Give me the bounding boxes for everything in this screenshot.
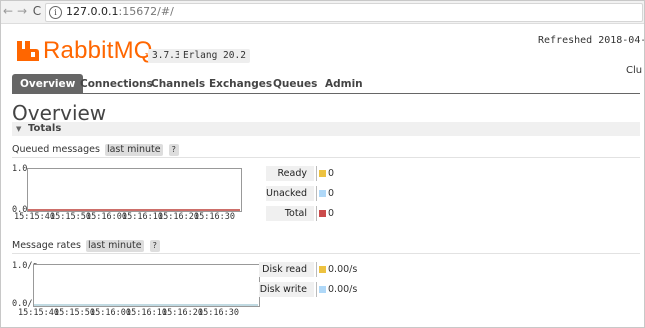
legend-label: Ready bbox=[266, 166, 314, 181]
legend-value: 0.00/s bbox=[328, 264, 358, 275]
x-tick-label: 15:15:50 bbox=[50, 212, 91, 222]
x-tick-label: 15:15:40 bbox=[14, 212, 55, 222]
legend-row-ready: Ready 0 bbox=[259, 166, 379, 182]
queued-plot-area bbox=[27, 168, 242, 212]
legend-separator bbox=[316, 166, 317, 181]
refreshed-timestamp[interactable]: Refreshed 2018-04-09 15:16 bbox=[538, 35, 644, 46]
x-tick-label: 15:16:30 bbox=[198, 308, 239, 318]
forward-icon[interactable]: → bbox=[15, 4, 29, 18]
x-tick-label: 15:16:20 bbox=[162, 308, 203, 318]
tab-connections[interactable]: Connections bbox=[80, 74, 153, 94]
collapse-triangle-icon: ▼ bbox=[16, 125, 22, 133]
x-tick-label: 15:16:10 bbox=[126, 308, 167, 318]
legend-row-unacked: Unacked 0 bbox=[259, 186, 379, 202]
browser-window: ← → C i 127.0.0.1:15672/#/ RabbitMQ TM 3… bbox=[0, 0, 645, 328]
message-rates-label: Message rates bbox=[12, 240, 81, 251]
totals-section-label: Totals bbox=[28, 123, 62, 134]
legend-separator bbox=[316, 206, 317, 221]
queued-range-selector[interactable]: last minute bbox=[104, 144, 163, 156]
tab-queues[interactable]: Queues bbox=[273, 74, 317, 94]
x-tick-label: 15:16:00 bbox=[90, 308, 131, 318]
queued-x-axis: 15:15:40 15:15:50 15:16:00 15:16:10 15:1… bbox=[14, 212, 254, 223]
legend-label: Total bbox=[266, 206, 314, 221]
legend-label: Disk read bbox=[259, 262, 314, 277]
x-tick-label: 15:16:10 bbox=[122, 212, 163, 222]
queued-messages-heading: Queued messages last minute ? bbox=[12, 144, 179, 156]
message-rates-chart: 1.0/s 0.0/s 15:15:40 15:15:50 15:16:00 1… bbox=[12, 259, 260, 319]
y-axis-max-label: 1.0 bbox=[12, 164, 28, 174]
rates-divider bbox=[12, 253, 640, 254]
address-bar[interactable]: i 127.0.0.1:15672/#/ bbox=[45, 3, 643, 22]
legend-separator bbox=[316, 186, 317, 201]
legend-swatch bbox=[319, 170, 326, 177]
legend-label: Disk write bbox=[259, 282, 314, 297]
tab-overview[interactable]: Overview bbox=[12, 74, 84, 94]
legend-swatch bbox=[319, 190, 326, 197]
legend-value: 0 bbox=[328, 168, 335, 179]
legend-row-total: Total 0 bbox=[259, 206, 379, 222]
legend-label: Unacked bbox=[266, 186, 314, 201]
x-tick-label: 15:16:20 bbox=[158, 212, 199, 222]
queued-plot-svg bbox=[28, 209, 240, 211]
legend-swatch bbox=[319, 286, 326, 293]
tab-channels[interactable]: Channels bbox=[151, 74, 205, 94]
legend-value: 0 bbox=[328, 208, 335, 219]
legend-separator bbox=[316, 262, 317, 277]
queued-help-button[interactable]: ? bbox=[168, 144, 179, 156]
legend-swatch bbox=[319, 266, 326, 273]
totals-section-header[interactable]: ▼ Totals bbox=[12, 122, 640, 136]
tab-admin[interactable]: Admin bbox=[325, 74, 363, 94]
legend-separator bbox=[316, 282, 317, 297]
rates-legend: Disk read 0.00/s Disk write 0.00/s bbox=[259, 262, 399, 298]
queued-divider bbox=[12, 157, 640, 158]
queued-messages-chart: 1.0 0.0 15:15:40 15:15:50 15:16:00 15:16… bbox=[12, 164, 252, 224]
main-tabs: Overview Connections Channels Exchanges … bbox=[12, 74, 640, 94]
url-text[interactable]: 127.0.0.1:15672/#/ bbox=[66, 5, 174, 18]
queued-legend: Ready 0 Unacked 0 Total 0 bbox=[259, 166, 379, 222]
info-icon[interactable]: i bbox=[49, 6, 62, 19]
tabs-divider bbox=[12, 93, 640, 94]
x-tick-label: 15:15:40 bbox=[18, 308, 59, 318]
rates-plot-svg bbox=[34, 304, 258, 306]
message-rates-heading: Message rates last minute ? bbox=[12, 240, 160, 252]
x-tick-label: 15:16:30 bbox=[194, 212, 235, 222]
legend-value: 0 bbox=[328, 188, 335, 199]
browser-toolbar: ← → C i 127.0.0.1:15672/#/ bbox=[1, 1, 644, 24]
legend-row-disk-read: Disk read 0.00/s bbox=[259, 262, 399, 278]
x-tick-label: 15:16:00 bbox=[86, 212, 127, 222]
rates-range-selector[interactable]: last minute bbox=[85, 240, 144, 252]
legend-row-disk-write: Disk write 0.00/s bbox=[259, 282, 399, 298]
logo-text: RabbitMQ bbox=[43, 37, 153, 64]
rabbitmq-logo-icon bbox=[17, 41, 39, 61]
rates-x-axis: 15:15:40 15:15:50 15:16:00 15:16:10 15:1… bbox=[18, 308, 258, 319]
x-tick-label: 15:15:50 bbox=[54, 308, 95, 318]
legend-value: 0.00/s bbox=[328, 284, 358, 295]
tab-exchanges[interactable]: Exchanges bbox=[209, 74, 272, 94]
rates-plot-area bbox=[33, 264, 260, 307]
rates-help-button[interactable]: ? bbox=[149, 240, 160, 252]
back-icon[interactable]: ← bbox=[1, 4, 15, 18]
legend-swatch bbox=[319, 210, 326, 217]
erlang-version-badge: Erlang 20.2 bbox=[179, 49, 250, 63]
reload-icon[interactable]: C bbox=[30, 4, 44, 18]
queued-messages-label: Queued messages bbox=[12, 144, 100, 155]
